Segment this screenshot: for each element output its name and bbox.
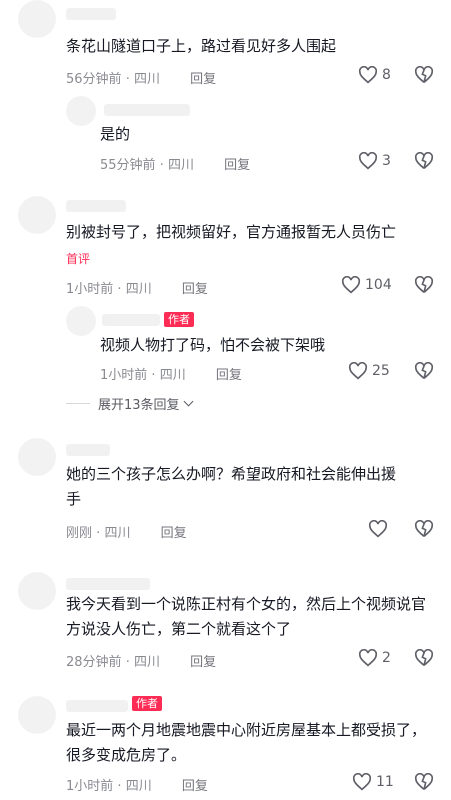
broken-heart-icon[interactable] — [414, 362, 434, 380]
comment-meta: 55分钟前 · 四川 回复 — [100, 154, 250, 173]
comment-location: 四川 — [159, 368, 186, 383]
separator: · — [125, 72, 130, 87]
heart-outline-icon — [358, 152, 378, 170]
broken-heart-icon[interactable] — [414, 773, 434, 791]
comment-text: 视频人物打了码，怕不会被下架哦 — [100, 336, 326, 354]
like-button[interactable] — [368, 520, 392, 538]
reply-button[interactable]: 回复 — [216, 368, 242, 383]
like-count: 104 — [365, 277, 392, 293]
like-button[interactable]: 8 — [358, 66, 391, 84]
comment-time: 1小时前 — [100, 368, 148, 383]
comment-location: 四川 — [167, 158, 194, 173]
separator: · — [159, 158, 164, 173]
broken-heart-icon[interactable] — [414, 66, 434, 84]
reply-button[interactable]: 回复 — [182, 779, 208, 794]
comment-location: 四川 — [125, 779, 152, 794]
comment-time: 1小时前 — [66, 779, 114, 794]
heart-outline-icon — [341, 276, 361, 294]
like-count: 25 — [372, 363, 390, 379]
avatar[interactable] — [18, 438, 56, 476]
comment-meta: 1小时前 · 四川 回复 — [66, 278, 208, 297]
like-button[interactable]: 25 — [348, 362, 390, 380]
like-button[interactable]: 104 — [341, 276, 392, 294]
comment-text: 别被封号了，把视频留好，官方通报暂无人员伤亡 — [66, 223, 397, 241]
comment-meta: 1小时前 · 四川 回复 — [100, 364, 242, 383]
comment-text: 她的三个孩子怎么办啊？希望政府和社会能伸出援手 — [66, 465, 397, 508]
heart-outline-icon — [358, 66, 378, 84]
heart-outline-icon — [348, 362, 368, 380]
comment-meta: 刚刚 · 四川 回复 — [66, 522, 187, 541]
comment-time: 56分钟前 — [66, 72, 122, 87]
comment-meta: 28分钟前 · 四川 回复 — [66, 651, 216, 670]
expand-replies-button[interactable]: 展开13条回复 — [66, 394, 193, 413]
avatar[interactable] — [66, 306, 96, 336]
username[interactable] — [104, 104, 190, 116]
like-count: 3 — [382, 153, 391, 169]
like-count: 8 — [382, 67, 391, 83]
heart-outline-icon — [358, 649, 378, 667]
username[interactable] — [66, 700, 128, 712]
comment-time: 刚刚 — [66, 526, 93, 541]
comment-text: 我今天看到一个说陈正村有个女的，然后上个视频说官方说没人伤亡，第二个就看这个了 — [66, 595, 427, 638]
comment-text: 最近一两个月地震地震中心附近房屋基本上都受损了，很多变成危房了。 — [66, 721, 427, 764]
comment-text: 条花山隧道口子上，路过看见好多人围起 — [66, 37, 337, 55]
comment-meta: 56分钟前 · 四川 回复 — [66, 68, 216, 87]
avatar[interactable] — [18, 696, 56, 734]
reply-button[interactable]: 回复 — [190, 72, 216, 87]
broken-heart-icon[interactable] — [414, 152, 434, 170]
like-button[interactable]: 2 — [358, 649, 391, 667]
comment-location: 四川 — [125, 282, 152, 297]
comment-location: 四川 — [133, 72, 160, 87]
broken-heart-icon[interactable] — [414, 649, 434, 667]
like-count: 11 — [376, 774, 394, 790]
comment-time: 1小时前 — [66, 282, 114, 297]
heart-outline-icon — [368, 520, 388, 538]
heart-outline-icon — [352, 773, 372, 791]
comment-meta: 1小时前 · 四川 回复 — [66, 775, 208, 794]
comment-text: 是的 — [100, 125, 131, 143]
reply-button[interactable]: 回复 — [161, 526, 187, 541]
comment-time: 28分钟前 — [66, 655, 122, 670]
chevron-down-icon — [183, 396, 193, 407]
divider — [66, 403, 90, 404]
username[interactable] — [66, 200, 126, 212]
comment-location: 四川 — [104, 526, 131, 541]
broken-heart-icon[interactable] — [414, 276, 434, 294]
reply-button[interactable]: 回复 — [224, 158, 250, 173]
comment-location: 四川 — [133, 655, 160, 670]
author-tag: 作者 — [164, 312, 194, 327]
like-button[interactable]: 3 — [358, 152, 391, 170]
first-comment-tag: 首评 — [66, 252, 91, 266]
avatar[interactable] — [18, 196, 56, 234]
separator: · — [151, 368, 156, 383]
separator: · — [96, 526, 101, 541]
expand-label: 展开13条回复 — [98, 398, 180, 413]
username[interactable] — [102, 314, 160, 326]
author-tag: 作者 — [132, 696, 162, 711]
username[interactable] — [66, 444, 110, 456]
avatar[interactable] — [18, 572, 56, 610]
username[interactable] — [66, 578, 150, 590]
avatar[interactable] — [18, 0, 56, 38]
broken-heart-icon[interactable] — [414, 520, 434, 538]
separator: · — [117, 282, 122, 297]
comment-time: 55分钟前 — [100, 158, 156, 173]
reply-button[interactable]: 回复 — [190, 655, 216, 670]
reply-button[interactable]: 回复 — [182, 282, 208, 297]
avatar[interactable] — [66, 96, 96, 126]
username[interactable] — [66, 8, 116, 20]
separator: · — [125, 655, 130, 670]
like-button[interactable]: 11 — [352, 773, 394, 791]
separator: · — [117, 779, 122, 794]
like-count: 2 — [382, 650, 391, 666]
